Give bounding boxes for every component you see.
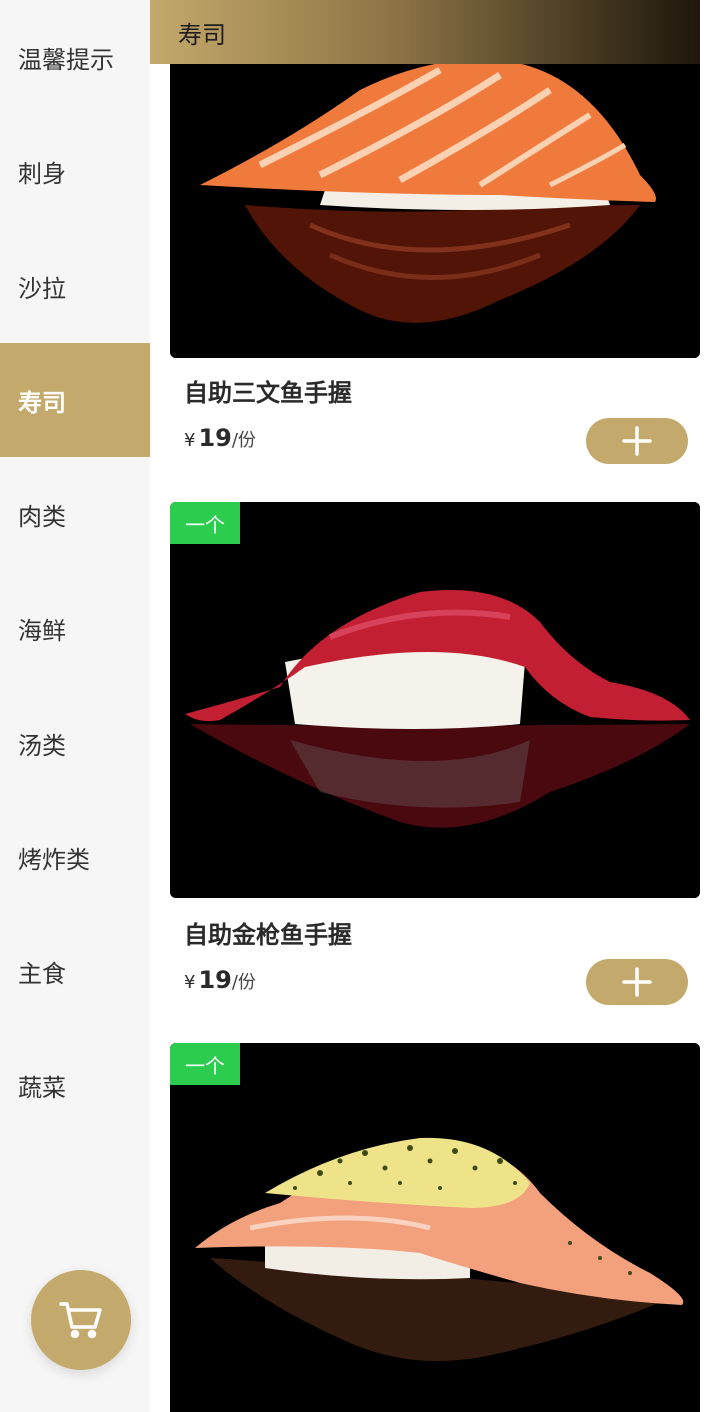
sidebar-item-label: 海鲜 (18, 616, 66, 645)
product-card[interactable]: 一个 自助金枪鱼手握 ¥ 19 /份 (170, 502, 700, 1005)
sidebar-item-label: 寿司 (18, 388, 66, 417)
menu-screen: 温馨提示 刺身 沙拉 寿司 肉类 海鲜 汤类 烤炸类 主食 蔬菜 寿司 自助三文… (0, 0, 705, 1412)
plus-icon (622, 426, 652, 456)
product-name: 自助三文鱼手握 (184, 379, 352, 407)
section-title: 寿司 (178, 20, 226, 49)
quantity-badge: 一个 (170, 502, 240, 544)
price-currency: ¥ (184, 430, 196, 451)
sidebar-item-vegetables[interactable]: 蔬菜 (0, 1028, 150, 1142)
sidebar-item-label: 汤类 (18, 731, 66, 760)
cart-icon (59, 1302, 102, 1339)
sidebar-item-label: 肉类 (18, 502, 66, 531)
product-image-seared-salmon[interactable]: 一个 (170, 1043, 700, 1412)
product-card[interactable]: 一个 (170, 1043, 700, 1412)
add-to-cart-button[interactable] (586, 959, 688, 1005)
product-price: ¥ 19 /份 (184, 424, 256, 452)
price-value: 19 (198, 966, 232, 994)
category-sidebar: 温馨提示 刺身 沙拉 寿司 肉类 海鲜 汤类 烤炸类 主食 蔬菜 (0, 0, 150, 1412)
product-image-tuna[interactable]: 一个 (170, 502, 700, 898)
price-unit: /份 (231, 972, 256, 993)
sidebar-item-salad[interactable]: 沙拉 (0, 229, 150, 343)
add-to-cart-button[interactable] (586, 418, 688, 464)
sidebar-item-label: 刺身 (18, 159, 66, 188)
product-price: ¥ 19 /份 (184, 966, 256, 994)
sidebar-item-soup[interactable]: 汤类 (0, 686, 150, 800)
sidebar-item-label: 温馨提示 (18, 45, 114, 74)
sidebar-item-tips[interactable]: 温馨提示 (0, 0, 150, 114)
sidebar-item-label: 沙拉 (18, 274, 66, 303)
sidebar-item-label: 烤炸类 (18, 845, 90, 874)
plus-icon (622, 967, 652, 997)
sidebar-item-grilled-fried[interactable]: 烤炸类 (0, 800, 150, 914)
quantity-badge: 一个 (170, 1043, 240, 1085)
sidebar-item-seafood[interactable]: 海鲜 (0, 571, 150, 685)
product-list: 寿司 自助三文鱼手握 ¥ 19 /份 一个 自助金枪鱼手握 ¥ 19 /份 一个 (150, 0, 705, 1412)
sidebar-item-meat[interactable]: 肉类 (0, 457, 150, 571)
price-value: 19 (198, 424, 232, 452)
sidebar-item-label: 蔬菜 (18, 1073, 66, 1102)
sidebar-item-sashimi[interactable]: 刺身 (0, 114, 150, 228)
product-name: 自助金枪鱼手握 (184, 921, 352, 949)
sidebar-item-label: 主食 (18, 959, 66, 988)
section-header: 寿司 (150, 0, 700, 64)
sidebar-item-staple[interactable]: 主食 (0, 914, 150, 1028)
price-currency: ¥ (184, 972, 196, 993)
cart-button[interactable] (31, 1270, 131, 1370)
price-unit: /份 (231, 430, 256, 451)
sidebar-item-sushi[interactable]: 寿司 (0, 343, 150, 457)
